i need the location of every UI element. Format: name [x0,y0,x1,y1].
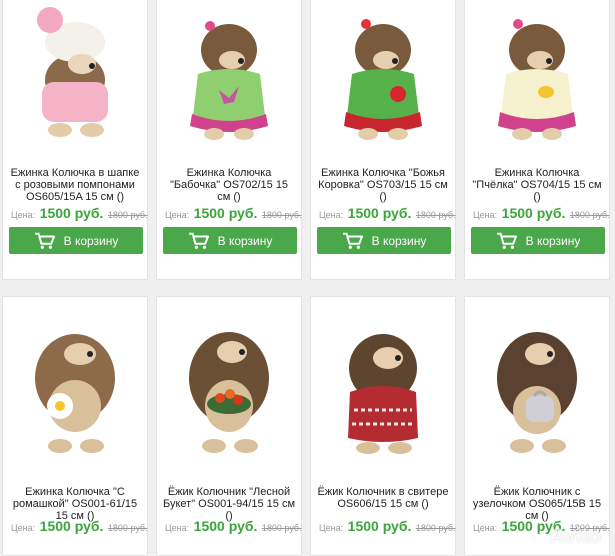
add-to-cart-label: В корзину [525,233,581,248]
product-image[interactable] [157,0,301,147]
current-price: 1500 руб. [39,205,104,221]
product-title[interactable]: Ёжик Колючник с узелочком OS065/15B 15 с… [471,486,603,522]
cart-icon [188,232,210,250]
price-row: Цена: 1500 руб. 1800 руб. [473,205,610,221]
cart-icon [342,232,364,250]
add-to-cart-label: В корзину [371,233,427,248]
old-price: 1800 руб. [569,210,610,220]
old-price: 1800 руб. [261,210,302,220]
old-price: 1800 руб. [415,210,456,220]
add-to-cart-label: В корзину [217,233,273,248]
product-card[interactable]: Ежинка Колючка в шапке с розовыми помпон… [2,0,148,280]
price-label: Цена: [473,523,498,533]
product-title[interactable]: Ёжик Колючник "Лесной Букет" OS001-94/15… [163,486,295,522]
product-card[interactable]: Ёжик Колючник с узелочком OS065/15B 15 с… [464,296,610,556]
product-image[interactable] [3,301,147,461]
add-to-cart-button[interactable]: В корзину [9,227,143,254]
cart-icon [496,232,518,250]
product-title[interactable]: Ежинка Колючка "С ромашкой" OS001-61/15 … [9,486,141,522]
product-image[interactable] [311,0,455,147]
price-label: Цена: [165,210,190,220]
product-image[interactable] [311,301,455,461]
product-card[interactable]: Ёжик Колючник в свитере OS606/15 15 см (… [310,296,456,556]
product-title[interactable]: Ежинка Колючка "Пчёлка" OS704/15 15 см (… [471,167,603,203]
price-label: Цена: [11,210,36,220]
product-card[interactable]: Ежинка Колючка "Пчёлка" OS704/15 15 см (… [464,0,610,280]
price-row: Цена: 1500 руб. 1800 руб. [11,518,148,534]
product-image[interactable] [157,301,301,461]
price-label: Цена: [473,210,498,220]
current-price: 1500 руб. [193,518,258,534]
product-title[interactable]: Ежинка Колючка в шапке с розовыми помпон… [9,167,141,203]
add-to-cart-button[interactable]: В корзину [163,227,297,254]
product-card[interactable]: Ёжик Колючник "Лесной Букет" OS001-94/15… [156,296,302,556]
price-row: Цена: 1500 руб. 1800 руб. [11,205,148,221]
current-price: 1500 руб. [193,205,258,221]
current-price: 1500 руб. [501,205,566,221]
old-price: 1800 руб. [261,523,302,533]
price-row: Цена: 1500 руб. 1800 руб. [319,518,456,534]
price-label: Цена: [319,523,344,533]
price-label: Цена: [165,523,190,533]
price-row: Цена: 1500 руб. 1800 руб. [165,205,302,221]
price-row: Цена: 1500 руб. 1800 руб. [165,518,302,534]
add-to-cart-button[interactable]: В корзину [471,227,605,254]
old-price: 1800 руб. [107,523,148,533]
old-price: 1800 руб. [107,210,148,220]
price-row: Цена: 1500 руб. 1800 руб. [319,205,456,221]
product-image[interactable] [3,0,147,147]
product-title[interactable]: Ежинка Колючка "Бабочка" OS702/15 15 см … [163,167,295,203]
add-to-cart-label: В корзину [63,233,119,248]
current-price: 1500 руб. [347,205,412,221]
cart-icon [34,232,56,250]
product-image[interactable] [465,301,609,461]
add-to-cart-button[interactable]: В корзину [317,227,451,254]
price-label: Цена: [11,523,36,533]
price-label: Цена: [319,210,344,220]
product-image[interactable] [465,0,609,147]
product-card[interactable]: Ежинка Колючка "Бабочка" OS702/15 15 см … [156,0,302,280]
current-price: 1500 руб. [39,518,104,534]
avito-watermark: Avito [549,523,601,548]
product-title[interactable]: Ёжик Колючник в свитере OS606/15 15 см (… [317,486,449,510]
current-price: 1500 руб. [347,518,412,534]
product-title[interactable]: Ежинка Колючка "Божья Коровка" OS703/15 … [317,167,449,203]
old-price: 1800 руб. [415,523,456,533]
product-card[interactable]: Ежинка Колючка "Божья Коровка" OS703/15 … [310,0,456,280]
product-card[interactable]: Ежинка Колючка "С ромашкой" OS001-61/15 … [2,296,148,556]
